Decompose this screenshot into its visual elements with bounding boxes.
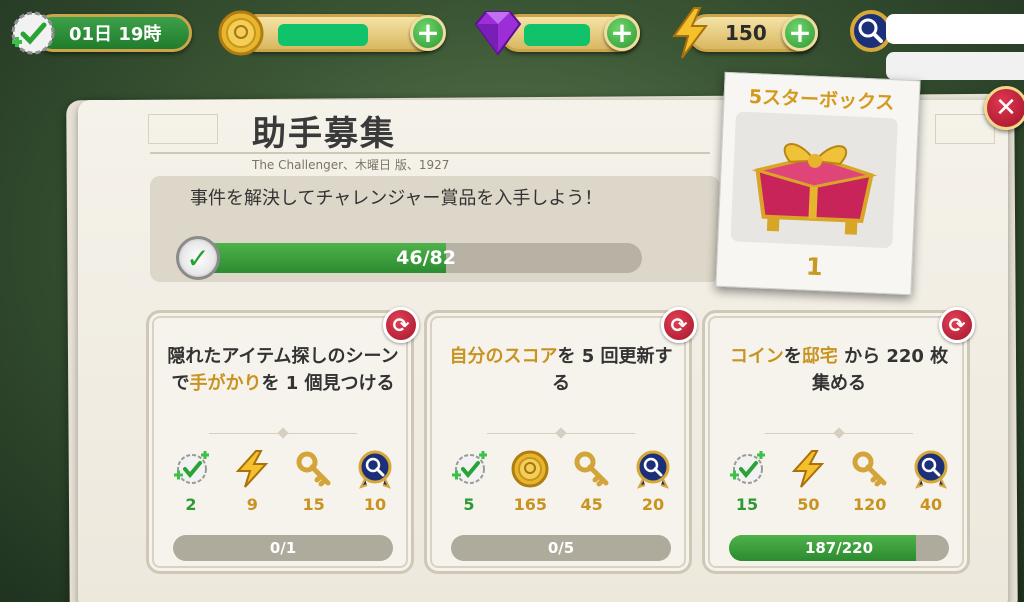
energy-value: 150 bbox=[725, 21, 767, 45]
task-progress-label: 0/5 bbox=[547, 539, 575, 557]
task-reward-item: 10 bbox=[347, 449, 403, 514]
task-description: 隠れたアイテム探しのシーンで手がかりを 1 個見つける bbox=[167, 343, 399, 397]
magnifier-badge-icon bbox=[633, 449, 673, 489]
refresh-task-button[interactable]: ⟳ bbox=[661, 307, 697, 343]
coin-icon bbox=[510, 449, 550, 489]
task-reward-value: 20 bbox=[641, 495, 665, 514]
add-coins-button[interactable]: + bbox=[410, 15, 446, 51]
key-icon bbox=[850, 449, 890, 489]
event-title: 助手募集 bbox=[252, 114, 396, 154]
close-button[interactable]: ✕ bbox=[984, 86, 1024, 130]
task-reward-item: 9 bbox=[224, 449, 280, 514]
task-reward-value: 5 bbox=[463, 495, 475, 514]
refresh-task-button[interactable]: ⟳ bbox=[939, 307, 975, 343]
reward-title: 5スターボックス bbox=[748, 85, 895, 115]
task-divider-ornament bbox=[833, 427, 845, 439]
task-reward-item: 50 bbox=[780, 449, 836, 514]
task-progress-label: 0/1 bbox=[269, 539, 297, 557]
task-reward-value: 15 bbox=[302, 495, 325, 514]
task-text-part: を bbox=[783, 346, 802, 367]
task-progress-bar: 0/5 bbox=[451, 535, 671, 561]
refresh-icon: ⟳ bbox=[392, 313, 410, 337]
refresh-icon: ⟳ bbox=[948, 313, 966, 337]
close-icon: ✕ bbox=[995, 93, 1017, 123]
task-keyword: 邸宅 bbox=[801, 346, 838, 367]
coin-icon bbox=[216, 8, 266, 58]
task-reward-item: 5 bbox=[441, 449, 497, 514]
add-energy-button[interactable]: + bbox=[782, 15, 818, 51]
refresh-task-button[interactable]: ⟳ bbox=[383, 307, 419, 343]
task-rewards: 15 50 120 40 bbox=[719, 449, 959, 514]
masthead-decoration-left bbox=[148, 114, 218, 144]
lightning-icon bbox=[668, 6, 712, 60]
check-icon: ✓ bbox=[176, 236, 220, 280]
task-description: コインを邸宅 から 220 枚集める bbox=[723, 343, 955, 397]
goal-text: 事件を解決してチャレンジャー賞品を入手しよう！ bbox=[190, 188, 603, 209]
event-progress-bar: 46/82 bbox=[196, 243, 642, 273]
task-reward-item: 15 bbox=[286, 449, 342, 514]
task-reward-value: 40 bbox=[919, 495, 943, 514]
task-progress-bar: 0/1 bbox=[173, 535, 393, 561]
gem-icon bbox=[470, 8, 526, 58]
task-card: 自分のスコアを 5 回更新する ⟳ 5 165 45 20 0/5 bbox=[424, 307, 697, 574]
refresh-icon: ⟳ bbox=[670, 313, 688, 337]
task-reward-value: 15 bbox=[735, 495, 759, 514]
event-progress-label: 46/82 bbox=[396, 247, 456, 269]
key-icon bbox=[294, 449, 334, 489]
lightning-icon bbox=[232, 449, 272, 489]
task-description: 自分のスコアを 5 回更新する bbox=[445, 343, 677, 397]
reward-count: 1 bbox=[805, 252, 824, 282]
timer-value: 01日 19時 bbox=[69, 24, 162, 45]
task-reward-value: 120 bbox=[852, 495, 887, 514]
task-reward-value: 45 bbox=[580, 495, 603, 514]
task-reward-item: 2 bbox=[163, 449, 219, 514]
check-plus-icon bbox=[8, 8, 58, 58]
task-reward-value: 165 bbox=[513, 495, 548, 514]
check-plus-icon bbox=[171, 449, 211, 489]
task-reward-item: 45 bbox=[564, 449, 620, 514]
task-card: コインを邸宅 から 220 枚集める ⟳ 15 50 120 40 187/220 bbox=[702, 307, 975, 574]
player-level-redacted bbox=[886, 52, 1024, 80]
task-rewards: 2 9 15 10 bbox=[163, 449, 403, 514]
task-reward-item: 120 bbox=[842, 449, 898, 514]
lightning-icon bbox=[788, 449, 828, 489]
key-icon bbox=[572, 449, 612, 489]
task-reward-item: 165 bbox=[502, 449, 558, 514]
task-keyword: コイン bbox=[729, 346, 784, 367]
task-reward-value: 50 bbox=[797, 495, 820, 514]
task-card: 隠れたアイテム探しのシーンで手がかりを 1 個見つける ⟳ 2 9 15 10 0/1 bbox=[146, 307, 419, 574]
gem-value-redacted bbox=[524, 24, 590, 46]
task-reward-value: 2 bbox=[185, 495, 197, 514]
task-text-part: を 5 回更新する bbox=[552, 346, 673, 394]
title-rule bbox=[150, 152, 710, 154]
add-gems-button[interactable]: + bbox=[604, 15, 640, 51]
player-name-redacted bbox=[886, 14, 1024, 44]
coin-value-redacted bbox=[278, 24, 368, 46]
check-plus-icon bbox=[449, 449, 489, 489]
event-subtitle: The Challenger、木曜日 版、1927 bbox=[252, 158, 450, 172]
magnifier-badge-icon bbox=[355, 449, 395, 489]
task-reward-value: 10 bbox=[363, 495, 387, 514]
task-progress-bar: 187/220 bbox=[729, 535, 949, 561]
task-rewards: 5 165 45 20 bbox=[441, 449, 681, 514]
task-reward-value: 9 bbox=[246, 495, 258, 514]
task-divider-ornament bbox=[277, 427, 289, 439]
task-reward-item: 40 bbox=[903, 449, 959, 514]
check-plus-icon bbox=[727, 449, 767, 489]
task-text-part: を 1 個見つける bbox=[261, 373, 395, 394]
task-reward-item: 15 bbox=[719, 449, 775, 514]
gift-box-icon bbox=[730, 111, 898, 249]
reward-card[interactable]: 5スターボックス 1 bbox=[715, 71, 921, 296]
task-progress-label: 187/220 bbox=[804, 539, 874, 557]
task-keyword: 自分のスコア bbox=[449, 346, 558, 367]
task-keyword: 手がかり bbox=[189, 373, 262, 394]
magnifier-badge-icon bbox=[911, 449, 951, 489]
task-reward-item: 20 bbox=[625, 449, 681, 514]
task-divider-ornament bbox=[555, 427, 567, 439]
